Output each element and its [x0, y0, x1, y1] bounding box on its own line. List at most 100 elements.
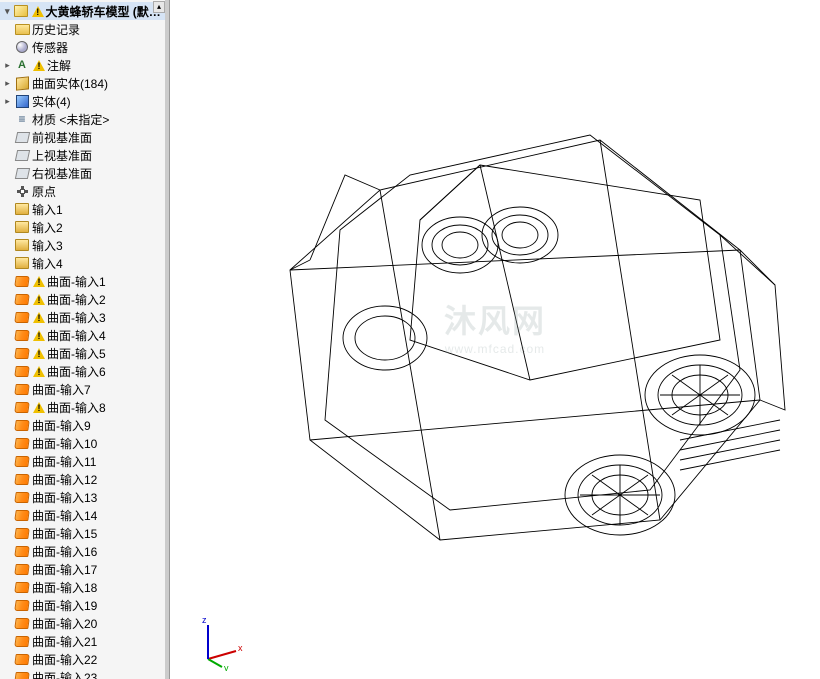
surface-label: 曲面-输入3 [47, 309, 106, 326]
tree-surface[interactable]: 曲面-输入8 [0, 398, 169, 416]
tree-surface[interactable]: 曲面-输入10 [0, 434, 169, 452]
surface-label: 曲面-输入13 [32, 489, 97, 506]
expand-icon[interactable]: ▸ [2, 96, 13, 107]
model-wireframe [180, 20, 820, 660]
tree-surface[interactable]: 曲面-输入6 [0, 362, 169, 380]
tree-surface[interactable]: 曲面-输入21 [0, 632, 169, 650]
warning-icon [32, 292, 46, 306]
import-icon [14, 237, 30, 253]
tree-surface[interactable]: 曲面-输入12 [0, 470, 169, 488]
surface-icon [14, 543, 30, 559]
surface-icon [14, 417, 30, 433]
tree-surface[interactable]: 曲面-输入20 [0, 614, 169, 632]
import-icon [14, 219, 30, 235]
surface-label: 曲面-输入14 [32, 507, 97, 524]
tree-surface[interactable]: 曲面-输入16 [0, 542, 169, 560]
tree-surface[interactable]: 曲面-输入2 [0, 290, 169, 308]
tree-solid-bodies[interactable]: ▸ 实体(4) [0, 92, 169, 110]
import-label: 输入3 [32, 237, 63, 254]
tree-history[interactable]: 历史记录 [0, 20, 169, 38]
tree-surface[interactable]: 曲面-输入14 [0, 506, 169, 524]
surface-label: 曲面-输入21 [32, 633, 97, 650]
plane-icon [14, 165, 30, 181]
surface-icon [14, 669, 30, 679]
tree-surface[interactable]: 曲面-输入7 [0, 380, 169, 398]
surface-icon [14, 345, 30, 361]
material-icon [14, 111, 30, 127]
origin-icon [14, 183, 30, 199]
surface-icon [14, 381, 30, 397]
surface-label: 曲面-输入12 [32, 471, 97, 488]
feature-tree: ▾ 大黄蜂轿车模型 (默认<- 历史记录 传感器 ▸ 注解 ▸ 曲面实体(184… [0, 0, 169, 679]
tree-surface-bodies[interactable]: ▸ 曲面实体(184) [0, 74, 169, 92]
warning-icon [32, 274, 46, 288]
orientation-triad[interactable]: x y z [188, 611, 248, 671]
feature-tree-panel[interactable]: ▾ 大黄蜂轿车模型 (默认<- 历史记录 传感器 ▸ 注解 ▸ 曲面实体(184… [0, 0, 170, 679]
surface-label: 曲面-输入17 [32, 561, 97, 578]
panel-resize-handle[interactable] [165, 0, 169, 679]
surface-label: 曲面-输入10 [32, 435, 97, 452]
tree-surface[interactable]: 曲面-输入5 [0, 344, 169, 362]
surface-label: 曲面-输入16 [32, 543, 97, 560]
surface-icon [14, 633, 30, 649]
solid-body-icon [14, 93, 30, 109]
tree-surface[interactable]: 曲面-输入19 [0, 596, 169, 614]
surface-icon [14, 435, 30, 451]
tree-import[interactable]: 输入1 [0, 200, 169, 218]
surface-icon [14, 507, 30, 523]
tree-surface[interactable]: 曲面-输入4 [0, 326, 169, 344]
expand-icon[interactable]: ▸ [2, 78, 13, 89]
tree-surface[interactable]: 曲面-输入9 [0, 416, 169, 434]
tree-import[interactable]: 输入2 [0, 218, 169, 236]
tree-surface[interactable]: 曲面-输入13 [0, 488, 169, 506]
tree-plane-top[interactable]: 上视基准面 [0, 146, 169, 164]
tree-sensor[interactable]: 传感器 [0, 38, 169, 56]
tree-plane-front[interactable]: 前视基准面 [0, 128, 169, 146]
surface-label: 曲面-输入9 [32, 417, 91, 434]
surface-label: 曲面-输入7 [32, 381, 91, 398]
3d-viewport[interactable]: 沐风网 www.mfcad.com x y z [170, 0, 820, 679]
import-label: 输入4 [32, 255, 63, 272]
surface-label: 曲面-输入1 [47, 273, 106, 290]
tree-surface[interactable]: 曲面-输入3 [0, 308, 169, 326]
surface-icon [14, 471, 30, 487]
expand-icon[interactable]: ▸ [2, 60, 13, 71]
warning-icon [32, 364, 46, 378]
tree-surface[interactable]: 曲面-输入22 [0, 650, 169, 668]
tree-import[interactable]: 输入4 [0, 254, 169, 272]
tree-material[interactable]: 材质 <未指定> [0, 110, 169, 128]
tree-surface[interactable]: 曲面-输入15 [0, 524, 169, 542]
surface-label: 曲面-输入2 [47, 291, 106, 308]
warning-icon [32, 328, 46, 342]
surface-label: 曲面-输入11 [32, 453, 96, 470]
surface-label: 曲面-输入20 [32, 615, 97, 632]
tree-note[interactable]: ▸ 注解 [0, 56, 169, 74]
import-label: 输入1 [32, 201, 63, 218]
surface-label: 曲面-输入6 [47, 363, 106, 380]
tree-surface[interactable]: 曲面-输入1 [0, 272, 169, 290]
surface-label: 曲面-输入5 [47, 345, 106, 362]
tree-import[interactable]: 输入3 [0, 236, 169, 254]
tree-surface[interactable]: 曲面-输入18 [0, 578, 169, 596]
import-icon [14, 201, 30, 217]
scroll-up-button[interactable]: ▴ [153, 1, 165, 13]
collapse-icon[interactable]: ▾ [2, 6, 13, 17]
surface-icon [14, 327, 30, 343]
tree-root[interactable]: ▾ 大黄蜂轿车模型 (默认<- [0, 2, 169, 20]
surface-icon [14, 561, 30, 577]
surface-icon [14, 579, 30, 595]
tree-surface[interactable]: 曲面-输入17 [0, 560, 169, 578]
tree-surface[interactable]: 曲面-输入23 [0, 668, 169, 679]
surface-label: 曲面-输入15 [32, 525, 97, 542]
tree-plane-right[interactable]: 右视基准面 [0, 164, 169, 182]
surface-body-icon [14, 75, 30, 91]
tree-surface[interactable]: 曲面-输入11 [0, 452, 169, 470]
warning-icon [32, 346, 46, 360]
surface-label: 曲面-输入22 [32, 651, 97, 668]
plane-icon [14, 147, 30, 163]
tree-origin[interactable]: 原点 [0, 182, 169, 200]
history-icon [14, 21, 30, 37]
surface-icon [14, 597, 30, 613]
surface-label: 曲面-输入8 [47, 399, 106, 416]
surface-icon [14, 525, 30, 541]
